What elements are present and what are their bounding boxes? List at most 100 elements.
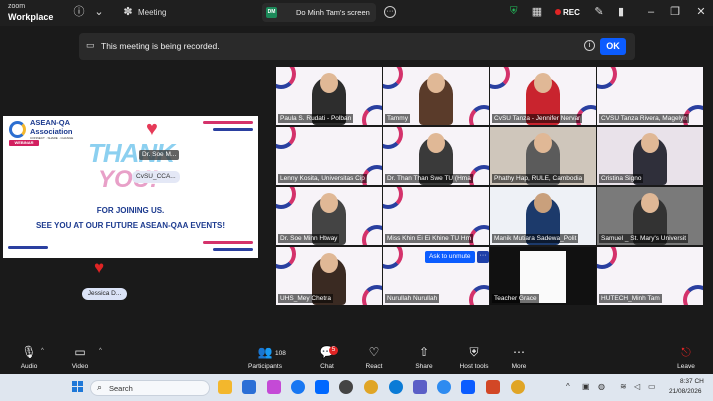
edge-icon[interactable] [389, 380, 403, 394]
chat-icon: 💬 [319, 345, 335, 359]
chrome-icon[interactable] [511, 380, 525, 394]
participant-name: Dr. Soe Minn Htway [278, 234, 340, 243]
zoom-logo-top: zoom [8, 3, 26, 10]
react-button[interactable]: ♡ React [352, 345, 396, 370]
participant-name: Dr. Than Than Swe TU (Hma [385, 174, 473, 183]
app-icon[interactable] [242, 380, 256, 394]
volume-icon[interactable]: ◁ [634, 382, 640, 391]
ask-to-unmute-button[interactable]: Ask to unmute [425, 251, 475, 263]
share-label: Do Minh Tam's screen [296, 8, 370, 17]
rec-dot-icon [555, 9, 561, 15]
org-title-line2: Association [30, 127, 73, 136]
teams-icon[interactable] [413, 380, 427, 394]
paw-icon: ✽ [123, 6, 133, 18]
exit-icon: ⎋ [681, 345, 691, 359]
audio-button[interactable]: 🎙 Audio [7, 345, 51, 370]
minimize-icon[interactable]: – [644, 5, 658, 19]
tray-chevron-icon[interactable]: ^ [566, 382, 570, 391]
chrome-icon[interactable] [364, 380, 378, 394]
clock-date[interactable]: 21/08/2026 [669, 388, 702, 395]
more-icon: ⋯ [513, 345, 525, 359]
reaction-name-tag: Jessica D... [82, 288, 127, 300]
recording-notice: This meeting is being recorded. [101, 41, 220, 51]
participant-tile[interactable]: Miss Khin Ei Ei Khine TU Hm [383, 187, 489, 245]
participant-name: Paula S. Rudati - Polban [278, 114, 354, 123]
participant-name: UHS_Mey Chetra [278, 294, 333, 303]
asean-qa-logo [9, 121, 26, 138]
search-placeholder: Search [109, 384, 133, 393]
audio-caret-icon[interactable]: ^ [41, 348, 44, 354]
participant-name: Phathy Hap, RULE, Cambodia [492, 174, 585, 183]
grid-icon[interactable]: ▦ [530, 5, 544, 19]
sidebar-icon[interactable]: ▮ [614, 5, 628, 19]
ok-button[interactable]: OK [600, 38, 626, 55]
meeting-label: Meeting [138, 8, 167, 17]
participant-tile[interactable]: Tammy [383, 67, 489, 125]
participant-tile[interactable]: UHS_Mey Chetra [276, 247, 382, 305]
participant-name: CVSU Tanza Rivera, Magelyn [599, 114, 689, 123]
zoom-icon[interactable] [461, 380, 475, 394]
participant-tile[interactable]: CVSU Tanza Rivera, Magelyn [597, 67, 703, 125]
tile-more-icon[interactable]: ··· [477, 251, 489, 263]
shield-icon[interactable]: ⛨ [510, 6, 518, 17]
zalo-icon[interactable] [315, 380, 329, 394]
windows-start-icon[interactable] [72, 381, 84, 393]
file-explorer-icon[interactable] [218, 380, 232, 394]
participant-tile[interactable]: Dr. Than Than Swe TU (Hma [383, 127, 489, 185]
host-tools-button[interactable]: ⛨ Host tools [452, 345, 496, 370]
search-icon: ⌕ [97, 382, 103, 392]
app-icon[interactable] [437, 380, 451, 394]
participant-tile-active[interactable]: Phathy Hap, RULE, Cambodia [490, 127, 596, 185]
leave-button[interactable]: ⎋ Leave [664, 345, 708, 370]
video-caret-icon[interactable]: ^ [99, 348, 102, 354]
share-button[interactable]: ⇧ Share [402, 345, 446, 370]
facebook-icon[interactable] [291, 380, 305, 394]
chat-button[interactable]: 💬 Chat [305, 345, 349, 370]
more-button[interactable]: ⋯ More [497, 345, 541, 370]
rec-label[interactable]: REC [563, 8, 580, 17]
participants-button[interactable]: 👥 Participants [243, 345, 287, 370]
tray-app-icon[interactable]: ◍ [598, 382, 605, 391]
participant-tile[interactable]: Samuel _ St. Mary's Universit [597, 187, 703, 245]
microphone-icon: 🎙 [21, 345, 37, 359]
participant-tile[interactable]: Teacher Grace [490, 247, 596, 305]
more-options-icon[interactable]: ··· [384, 6, 396, 18]
webinar-tag: WEBINAR [9, 140, 39, 146]
chevron-down-icon[interactable]: ⌄ [92, 5, 106, 19]
participant-tile[interactable]: CvSU Tanza - Jennifer Nervar [490, 67, 596, 125]
battery-icon[interactable]: ▭ [648, 382, 656, 391]
taskbar-search-input[interactable] [90, 380, 210, 396]
app-icon[interactable] [339, 380, 353, 394]
participants-count: 108 [275, 350, 286, 357]
powerpoint-icon[interactable] [486, 380, 500, 394]
heart-icon: ♥ [146, 118, 158, 140]
video-camera-icon: ▭ [74, 345, 86, 359]
participant-tile[interactable]: Dr. Soe Minn Htway [276, 187, 382, 245]
pin-icon[interactable]: ✎ [592, 5, 606, 19]
shield-icon: ⛨ [469, 345, 479, 359]
close-icon[interactable]: ✕ [694, 5, 708, 19]
info-icon[interactable]: i [584, 40, 595, 51]
annotation-tag: Dr. Soe M... [139, 150, 180, 160]
app-icon[interactable] [267, 380, 281, 394]
tray-app-icon[interactable]: ▣ [582, 382, 590, 391]
slide-line2: SEE YOU AT OUR FUTURE ASEAN-QAA EVENTS! [35, 221, 226, 230]
video-button[interactable]: ▭ Video [58, 345, 102, 370]
participant-tile[interactable]: HUTECH_Minh Tam [597, 247, 703, 305]
participant-name: CvSU Tanza - Jennifer Nervar [492, 114, 583, 123]
wifi-icon[interactable]: ≋ [620, 382, 627, 391]
participant-tile[interactable]: Paula S. Rudati - Polban [276, 67, 382, 125]
restore-icon[interactable]: ❐ [668, 5, 682, 19]
participant-tile[interactable]: Lenny Kosita, Universitas Cip [276, 127, 382, 185]
info-icon[interactable]: ⓘ [72, 5, 86, 19]
clock-time[interactable]: 8:37 CH [680, 378, 704, 385]
participant-tile[interactable]: Cristina Signo [597, 127, 703, 185]
org-title-line1: ASEAN-QA [30, 118, 71, 127]
participant-name: Samuel _ St. Mary's Universit [599, 234, 689, 243]
participant-name: Manik Mutiara Sadewa_Polit [492, 234, 579, 243]
participant-tile[interactable]: Manik Mutiara Sadewa_Polit [490, 187, 596, 245]
share-arrow-icon: ⇧ [418, 345, 430, 359]
chat-badge: 5 [329, 346, 338, 355]
camera-icon: ▭ [86, 40, 95, 50]
participant-name: Teacher Grace [492, 294, 539, 303]
